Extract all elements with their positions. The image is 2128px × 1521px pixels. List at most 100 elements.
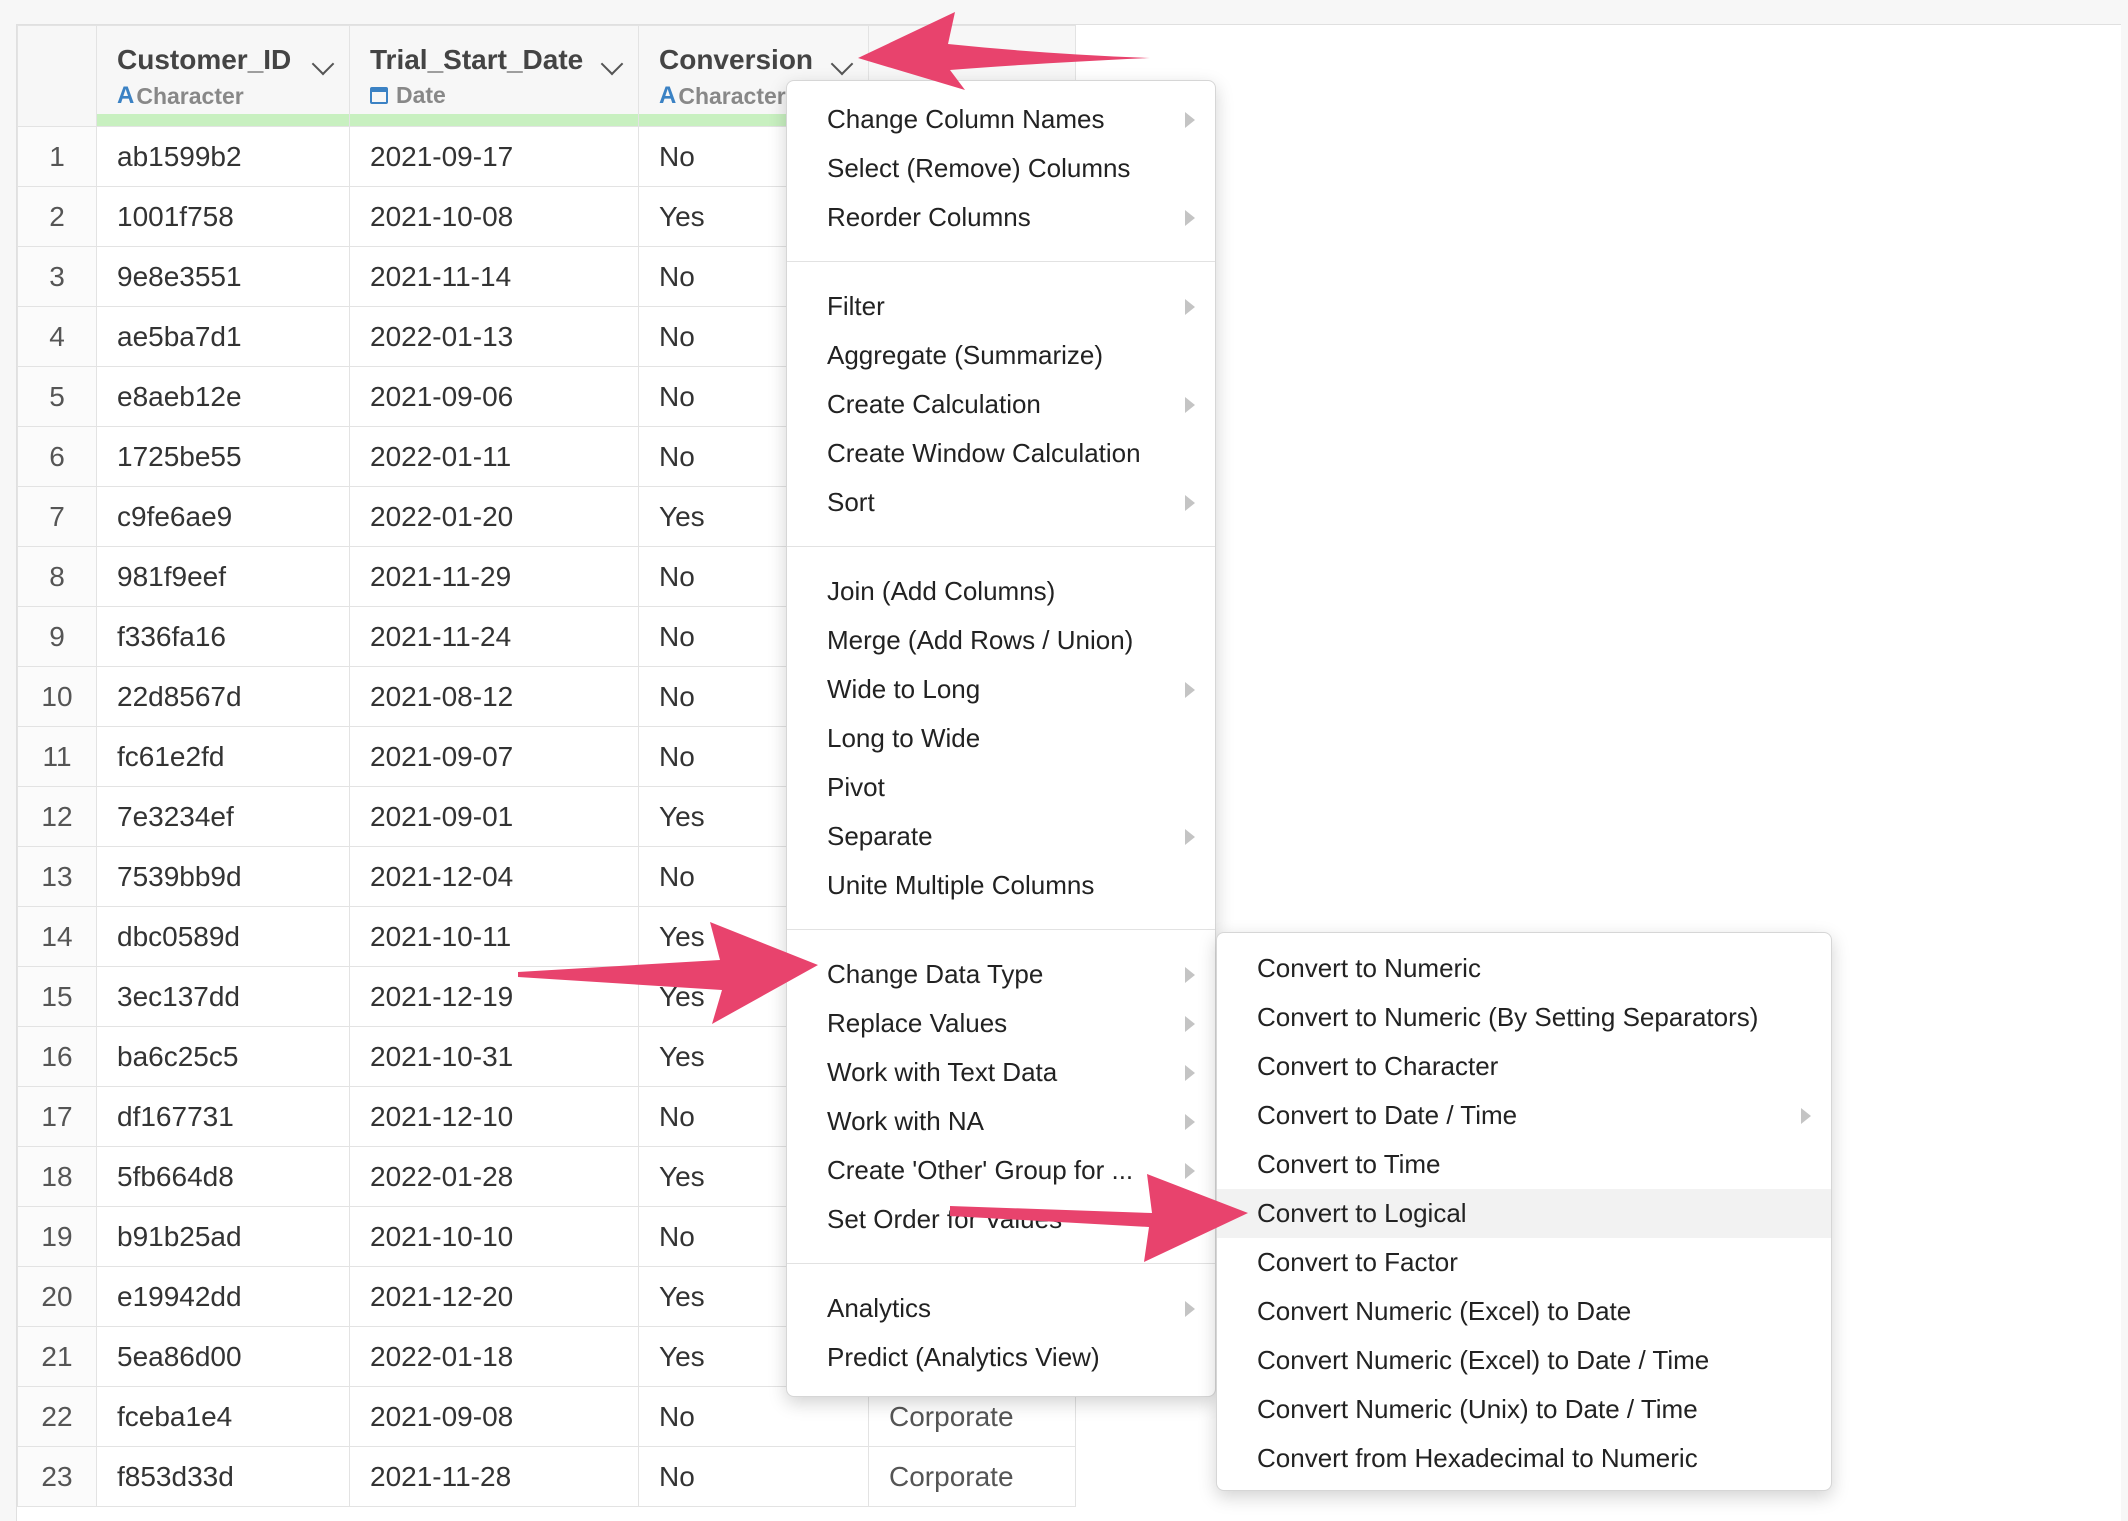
- menu-item-label: Reorder Columns: [827, 202, 1031, 232]
- cell-customer-id[interactable]: e19942dd: [96, 1266, 350, 1327]
- cell-trial-start-date[interactable]: 2021-12-04: [349, 846, 639, 907]
- cell-customer-id[interactable]: 9e8e3551: [96, 246, 350, 307]
- menu-item[interactable]: Reorder Columns: [787, 193, 1215, 242]
- submenu-item[interactable]: Convert to Character: [1217, 1042, 1831, 1091]
- cell-trial-start-date[interactable]: 2021-09-07: [349, 726, 639, 787]
- cell-customer-id[interactable]: 5fb664d8: [96, 1146, 350, 1207]
- cell-trial-start-date[interactable]: 2021-11-29: [349, 546, 639, 607]
- submenu-arrow-icon: [1185, 112, 1195, 128]
- menu-item[interactable]: Change Column Names: [787, 95, 1215, 144]
- menu-item[interactable]: Wide to Long: [787, 665, 1215, 714]
- menu-item-label: Predict (Analytics View): [827, 1342, 1100, 1372]
- menu-item[interactable]: Analytics: [787, 1284, 1215, 1333]
- cell-trial-start-date[interactable]: 2021-11-28: [349, 1446, 639, 1507]
- submenu-arrow-icon: [1185, 1163, 1195, 1179]
- cell-customer-id[interactable]: 5ea86d00: [96, 1326, 350, 1387]
- cell-customer-id[interactable]: 22d8567d: [96, 666, 350, 727]
- cell-customer-id[interactable]: 1725be55: [96, 426, 350, 487]
- cell-trial-start-date[interactable]: 2021-10-11: [349, 906, 639, 967]
- submenu-item[interactable]: Convert to Date / Time: [1217, 1091, 1831, 1140]
- menu-item-label: Sort: [827, 487, 875, 517]
- menu-item[interactable]: Sort: [787, 478, 1215, 527]
- cell-trial-start-date[interactable]: 2021-10-08: [349, 186, 639, 247]
- cell-customer-id[interactable]: 7e3234ef: [96, 786, 350, 847]
- menu-item[interactable]: Pivot: [787, 763, 1215, 812]
- table-row[interactable]: 23 f853d33d 2021-11-28 No Corporate: [17, 1446, 1076, 1507]
- column-header-customer-id[interactable]: Customer_ID A Character: [96, 25, 350, 127]
- cell-trial-start-date[interactable]: 2021-09-08: [349, 1386, 639, 1447]
- cell-trial-start-date[interactable]: 2021-10-10: [349, 1206, 639, 1267]
- cell-trial-start-date[interactable]: 2021-09-17: [349, 126, 639, 187]
- cell-trial-start-date[interactable]: 2021-12-20: [349, 1266, 639, 1327]
- menu-item[interactable]: Select (Remove) Columns: [787, 144, 1215, 193]
- menu-item[interactable]: Aggregate (Summarize): [787, 331, 1215, 380]
- cell-customer-id[interactable]: b91b25ad: [96, 1206, 350, 1267]
- cell-trial-start-date[interactable]: 2021-12-19: [349, 966, 639, 1027]
- cell-trial-start-date[interactable]: 2021-09-06: [349, 366, 639, 427]
- cell-customer-id[interactable]: fceba1e4: [96, 1386, 350, 1447]
- cell-customer-id[interactable]: 3ec137dd: [96, 966, 350, 1027]
- menu-item[interactable]: Replace Values: [787, 999, 1215, 1048]
- cell-customer-id[interactable]: ba6c25c5: [96, 1026, 350, 1087]
- submenu-item[interactable]: Convert Numeric (Excel) to Date / Time: [1217, 1336, 1831, 1385]
- menu-item-label: Create 'Other' Group for ...: [827, 1155, 1134, 1185]
- submenu-arrow-icon: [1185, 682, 1195, 698]
- cell-trial-start-date[interactable]: 2022-01-18: [349, 1326, 639, 1387]
- menu-item-label: Set Order for Values: [827, 1204, 1063, 1234]
- menu-item[interactable]: Merge (Add Rows / Union): [787, 616, 1215, 665]
- cell-trial-start-date[interactable]: 2021-10-31: [349, 1026, 639, 1087]
- column-header-trial-start-date[interactable]: Trial_Start_Date Date: [349, 25, 639, 127]
- menu-item[interactable]: Long to Wide: [787, 714, 1215, 763]
- submenu-item[interactable]: Convert to Factor: [1217, 1238, 1831, 1287]
- cell-customer-id[interactable]: df167731: [96, 1086, 350, 1147]
- cell-customer-id[interactable]: c9fe6ae9: [96, 486, 350, 547]
- menu-item[interactable]: Work with NA: [787, 1097, 1215, 1146]
- cell-customer-id[interactable]: 7539bb9d: [96, 846, 350, 907]
- submenu-item-label: Convert to Date / Time: [1257, 1100, 1518, 1130]
- cell-customer-id[interactable]: f336fa16: [96, 606, 350, 667]
- cell-trial-start-date[interactable]: 2022-01-20: [349, 486, 639, 547]
- menu-separator: [787, 546, 1215, 547]
- cell-customer-id[interactable]: f853d33d: [96, 1446, 350, 1507]
- menu-item[interactable]: Join (Add Columns): [787, 567, 1215, 616]
- submenu-item[interactable]: Convert to Time: [1217, 1140, 1831, 1189]
- submenu-item[interactable]: Convert Numeric (Excel) to Date: [1217, 1287, 1831, 1336]
- menu-item[interactable]: Filter: [787, 282, 1215, 331]
- menu-item[interactable]: Separate: [787, 812, 1215, 861]
- submenu-item[interactable]: Convert to Logical: [1217, 1189, 1831, 1238]
- cell-customer-id[interactable]: 1001f758: [96, 186, 350, 247]
- cell-customer-id[interactable]: e8aeb12e: [96, 366, 350, 427]
- cell-trial-start-date[interactable]: 2021-11-14: [349, 246, 639, 307]
- cell-trial-start-date[interactable]: 2021-08-12: [349, 666, 639, 727]
- submenu-item[interactable]: Convert to Numeric: [1217, 944, 1831, 993]
- submenu-item-label: Convert Numeric (Excel) to Date / Time: [1257, 1345, 1710, 1375]
- menu-item[interactable]: Change Data Type: [787, 950, 1215, 999]
- cell-category[interactable]: Corporate: [868, 1446, 1076, 1507]
- menu-item[interactable]: Set Order for Values: [787, 1195, 1215, 1244]
- cell-customer-id[interactable]: ab1599b2: [96, 126, 350, 187]
- cell-trial-start-date[interactable]: 2022-01-28: [349, 1146, 639, 1207]
- cell-trial-start-date[interactable]: 2022-01-13: [349, 306, 639, 367]
- change-data-type-submenu: Convert to Numeric Convert to Numeric (By…: [1216, 932, 1832, 1491]
- menu-item[interactable]: Create Window Calculation: [787, 429, 1215, 478]
- submenu-item[interactable]: Convert to Numeric (By Setting Separator…: [1217, 993, 1831, 1042]
- menu-separator: [787, 261, 1215, 262]
- cell-customer-id[interactable]: dbc0589d: [96, 906, 350, 967]
- menu-item[interactable]: Unite Multiple Columns: [787, 861, 1215, 910]
- cell-customer-id[interactable]: fc61e2fd: [96, 726, 350, 787]
- submenu-item[interactable]: Convert Numeric (Unix) to Date / Time: [1217, 1385, 1831, 1434]
- cell-customer-id[interactable]: ae5ba7d1: [96, 306, 350, 367]
- menu-item[interactable]: Create Calculation: [787, 380, 1215, 429]
- calendar-icon: [370, 87, 388, 104]
- cell-customer-id[interactable]: 981f9eef: [96, 546, 350, 607]
- cell-trial-start-date[interactable]: 2021-12-10: [349, 1086, 639, 1147]
- cell-trial-start-date[interactable]: 2022-01-11: [349, 426, 639, 487]
- cell-trial-start-date[interactable]: 2021-09-01: [349, 786, 639, 847]
- menu-item[interactable]: Work with Text Data: [787, 1048, 1215, 1097]
- menu-item[interactable]: Create 'Other' Group for ...: [787, 1146, 1215, 1195]
- cell-conversion[interactable]: No: [638, 1446, 869, 1507]
- menu-item[interactable]: Predict (Analytics View): [787, 1333, 1215, 1382]
- row-number: 6: [17, 426, 97, 487]
- submenu-item[interactable]: Convert from Hexadecimal to Numeric: [1217, 1434, 1831, 1483]
- cell-trial-start-date[interactable]: 2021-11-24: [349, 606, 639, 667]
